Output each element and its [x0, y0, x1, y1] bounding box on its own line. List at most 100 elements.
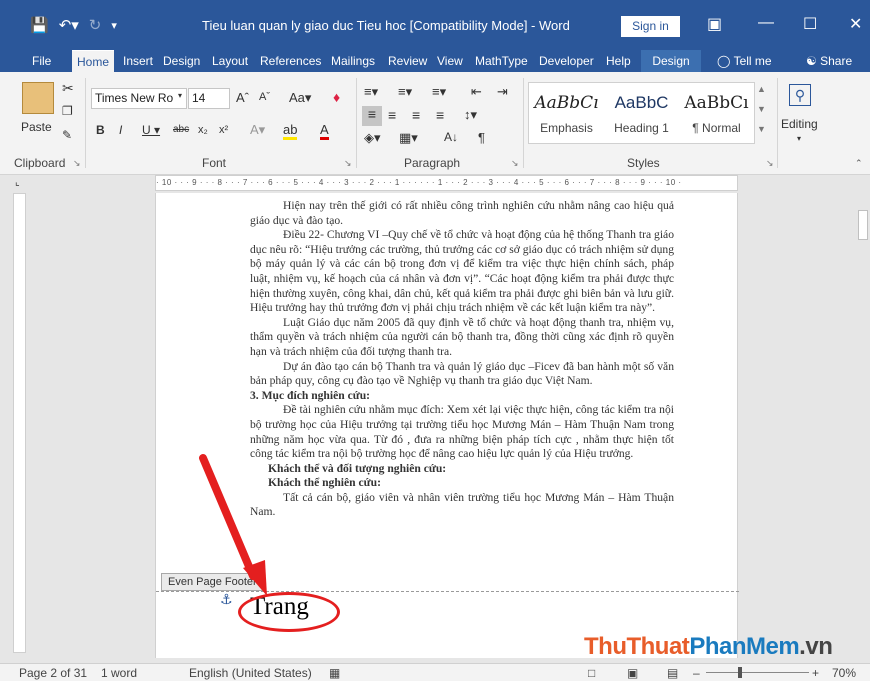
font-family-select[interactable]: Times New Ro — [91, 88, 187, 109]
tab-insert[interactable]: Insert — [118, 50, 158, 72]
redo-icon[interactable]: ↻ — [89, 16, 102, 34]
style-emphasis[interactable]: AaBbCı Emphasis — [529, 83, 604, 143]
tell-me-box[interactable]: ◯ Tell me — [712, 50, 777, 72]
subsection-heading: Khách thể nghiên cứu: — [268, 476, 381, 490]
web-layout-icon[interactable]: ▤ — [667, 666, 678, 680]
styles-more-icon[interactable]: ▼ — [757, 124, 766, 134]
style-name: Emphasis — [540, 121, 593, 135]
decrease-indent-icon[interactable]: ⇤ — [471, 84, 482, 100]
chevron-down-icon[interactable]: ▾ — [178, 91, 182, 100]
style-preview: AaBbCı — [534, 93, 599, 113]
tab-developer[interactable]: Developer — [534, 50, 599, 72]
tab-view[interactable]: View — [432, 50, 468, 72]
tab-help[interactable]: Help — [601, 50, 636, 72]
text-effects-icon[interactable]: A▾ — [250, 122, 265, 138]
styles-scroll-up-icon[interactable]: ▲ — [757, 84, 766, 94]
person-icon: ☯ — [806, 54, 817, 68]
zoom-out-button[interactable]: – — [693, 666, 700, 680]
zoom-slider-thumb[interactable] — [738, 667, 742, 678]
sort-icon[interactable]: A↓ — [444, 130, 458, 144]
print-layout-icon[interactable]: ▣ — [627, 666, 638, 680]
cut-icon[interactable]: ✂ — [62, 80, 74, 97]
font-size-select[interactable]: 14 — [188, 88, 230, 109]
strikethrough-button[interactable]: abc — [173, 124, 189, 135]
bullets-icon[interactable]: ≡▾ — [364, 84, 378, 100]
tab-home[interactable]: Home — [72, 50, 115, 72]
highlight-icon[interactable]: ab — [283, 122, 298, 140]
styles-launcher-icon[interactable]: ↘ — [766, 158, 774, 169]
shrink-font-icon[interactable]: Aˇ — [259, 91, 270, 103]
tab-selector-icon[interactable]: ⌞ — [15, 177, 20, 188]
increase-indent-icon[interactable]: ⇥ — [497, 84, 508, 100]
collapse-ribbon-icon[interactable]: ⌃ — [855, 158, 863, 169]
borders-icon[interactable]: ▦▾ — [399, 130, 418, 146]
undo-icon[interactable]: ↶▾ — [59, 16, 79, 34]
zoom-slider[interactable] — [706, 672, 809, 673]
paste-icon[interactable] — [22, 82, 54, 114]
horizontal-ruler[interactable]: · 10 · · · 9 · · · 8 · · · 7 · · · 6 · ·… — [155, 175, 738, 191]
scrollbar-thumb[interactable] — [858, 210, 868, 240]
paragraph-launcher-icon[interactable]: ↘ — [511, 158, 519, 169]
annotation-arrow — [199, 454, 267, 596]
shading-icon[interactable]: ◈▾ — [364, 130, 381, 146]
zoom-level[interactable]: 70% — [832, 666, 856, 680]
justify-icon[interactable]: ≡ — [436, 107, 444, 123]
numbering-icon[interactable]: ≡▾ — [398, 84, 412, 100]
tab-header-footer-design[interactable]: Design — [641, 50, 701, 72]
tab-review[interactable]: Review — [383, 50, 432, 72]
vertical-scrollbar[interactable] — [855, 190, 870, 660]
clipboard-launcher-icon[interactable]: ↘ — [73, 158, 81, 169]
tab-layout[interactable]: Layout — [207, 50, 253, 72]
show-formatting-icon[interactable]: ¶ — [478, 130, 485, 145]
bold-button[interactable]: B — [96, 123, 105, 137]
styles-scroll-down-icon[interactable]: ▼ — [757, 104, 766, 114]
ribbon-display-options-icon[interactable]: ▣ — [707, 14, 722, 34]
group-divider — [777, 78, 778, 168]
line-spacing-icon[interactable]: ↕▾ — [464, 107, 477, 123]
align-right-icon[interactable]: ≡ — [412, 107, 420, 123]
font-color-icon[interactable]: A — [320, 122, 329, 140]
align-center-icon[interactable]: ≡ — [388, 107, 396, 123]
zoom-in-button[interactable]: + — [812, 666, 819, 680]
clear-formatting-icon[interactable]: ♦ — [333, 89, 340, 105]
font-launcher-icon[interactable]: ↘ — [344, 158, 352, 169]
chevron-down-icon[interactable]: ▾ — [797, 134, 801, 143]
tab-references[interactable]: References — [255, 50, 326, 72]
close-button[interactable]: ✕ — [849, 14, 862, 34]
superscript-button[interactable]: x² — [219, 124, 228, 136]
page-count[interactable]: Page 2 of 31 — [19, 666, 87, 680]
document-body[interactable]: Hiện nay trên thế giới có rất nhiều công… — [250, 199, 674, 520]
sign-in-button[interactable]: Sign in — [621, 16, 680, 37]
maximize-button[interactable]: ☐ — [803, 14, 817, 34]
multilevel-list-icon[interactable]: ≡▾ — [432, 84, 446, 100]
italic-button[interactable]: I — [119, 123, 122, 137]
vertical-ruler[interactable] — [13, 193, 26, 653]
copy-icon[interactable]: ❐ — [62, 104, 73, 118]
share-button[interactable]: ☯ Share — [801, 50, 857, 72]
subscript-button[interactable]: x₂ — [198, 124, 208, 136]
ribbon-tabs: File Home Insert Design Layout Reference… — [0, 50, 870, 72]
read-mode-icon[interactable]: □ — [588, 666, 595, 680]
style-normal[interactable]: AaBbCı ¶ Normal — [679, 83, 754, 143]
tab-file[interactable]: File — [27, 50, 56, 72]
align-left-icon[interactable]: ≡ — [362, 106, 382, 126]
share-label: Share — [820, 54, 853, 68]
minimize-button[interactable]: — — [758, 14, 774, 32]
tab-design[interactable]: Design — [158, 50, 205, 72]
customize-qat-icon[interactable]: ▾ — [111, 19, 117, 32]
change-case-icon[interactable]: Aa▾ — [289, 90, 311, 106]
paste-button[interactable]: Paste — [21, 120, 52, 134]
underline-button[interactable]: U ▾ — [142, 123, 160, 137]
format-painter-icon[interactable]: ✎ — [62, 128, 72, 142]
tab-mathtype[interactable]: MathType — [470, 50, 533, 72]
language[interactable]: English (United States) — [189, 666, 312, 680]
search-icon[interactable]: ⚲ — [789, 84, 811, 106]
save-icon[interactable]: 💾 — [30, 16, 49, 34]
tab-mailings[interactable]: Mailings — [326, 50, 380, 72]
word-count[interactable]: 1 word — [101, 666, 137, 680]
editing-button[interactable]: Editing — [781, 117, 818, 131]
macro-recording-icon[interactable]: ▦ — [329, 666, 340, 680]
paragraph: Luật Giáo dục năm 2005 đã quy định về tổ… — [250, 315, 674, 358]
grow-font-icon[interactable]: Aˆ — [236, 90, 249, 105]
style-heading-1[interactable]: AaBbC Heading 1 — [604, 83, 679, 143]
